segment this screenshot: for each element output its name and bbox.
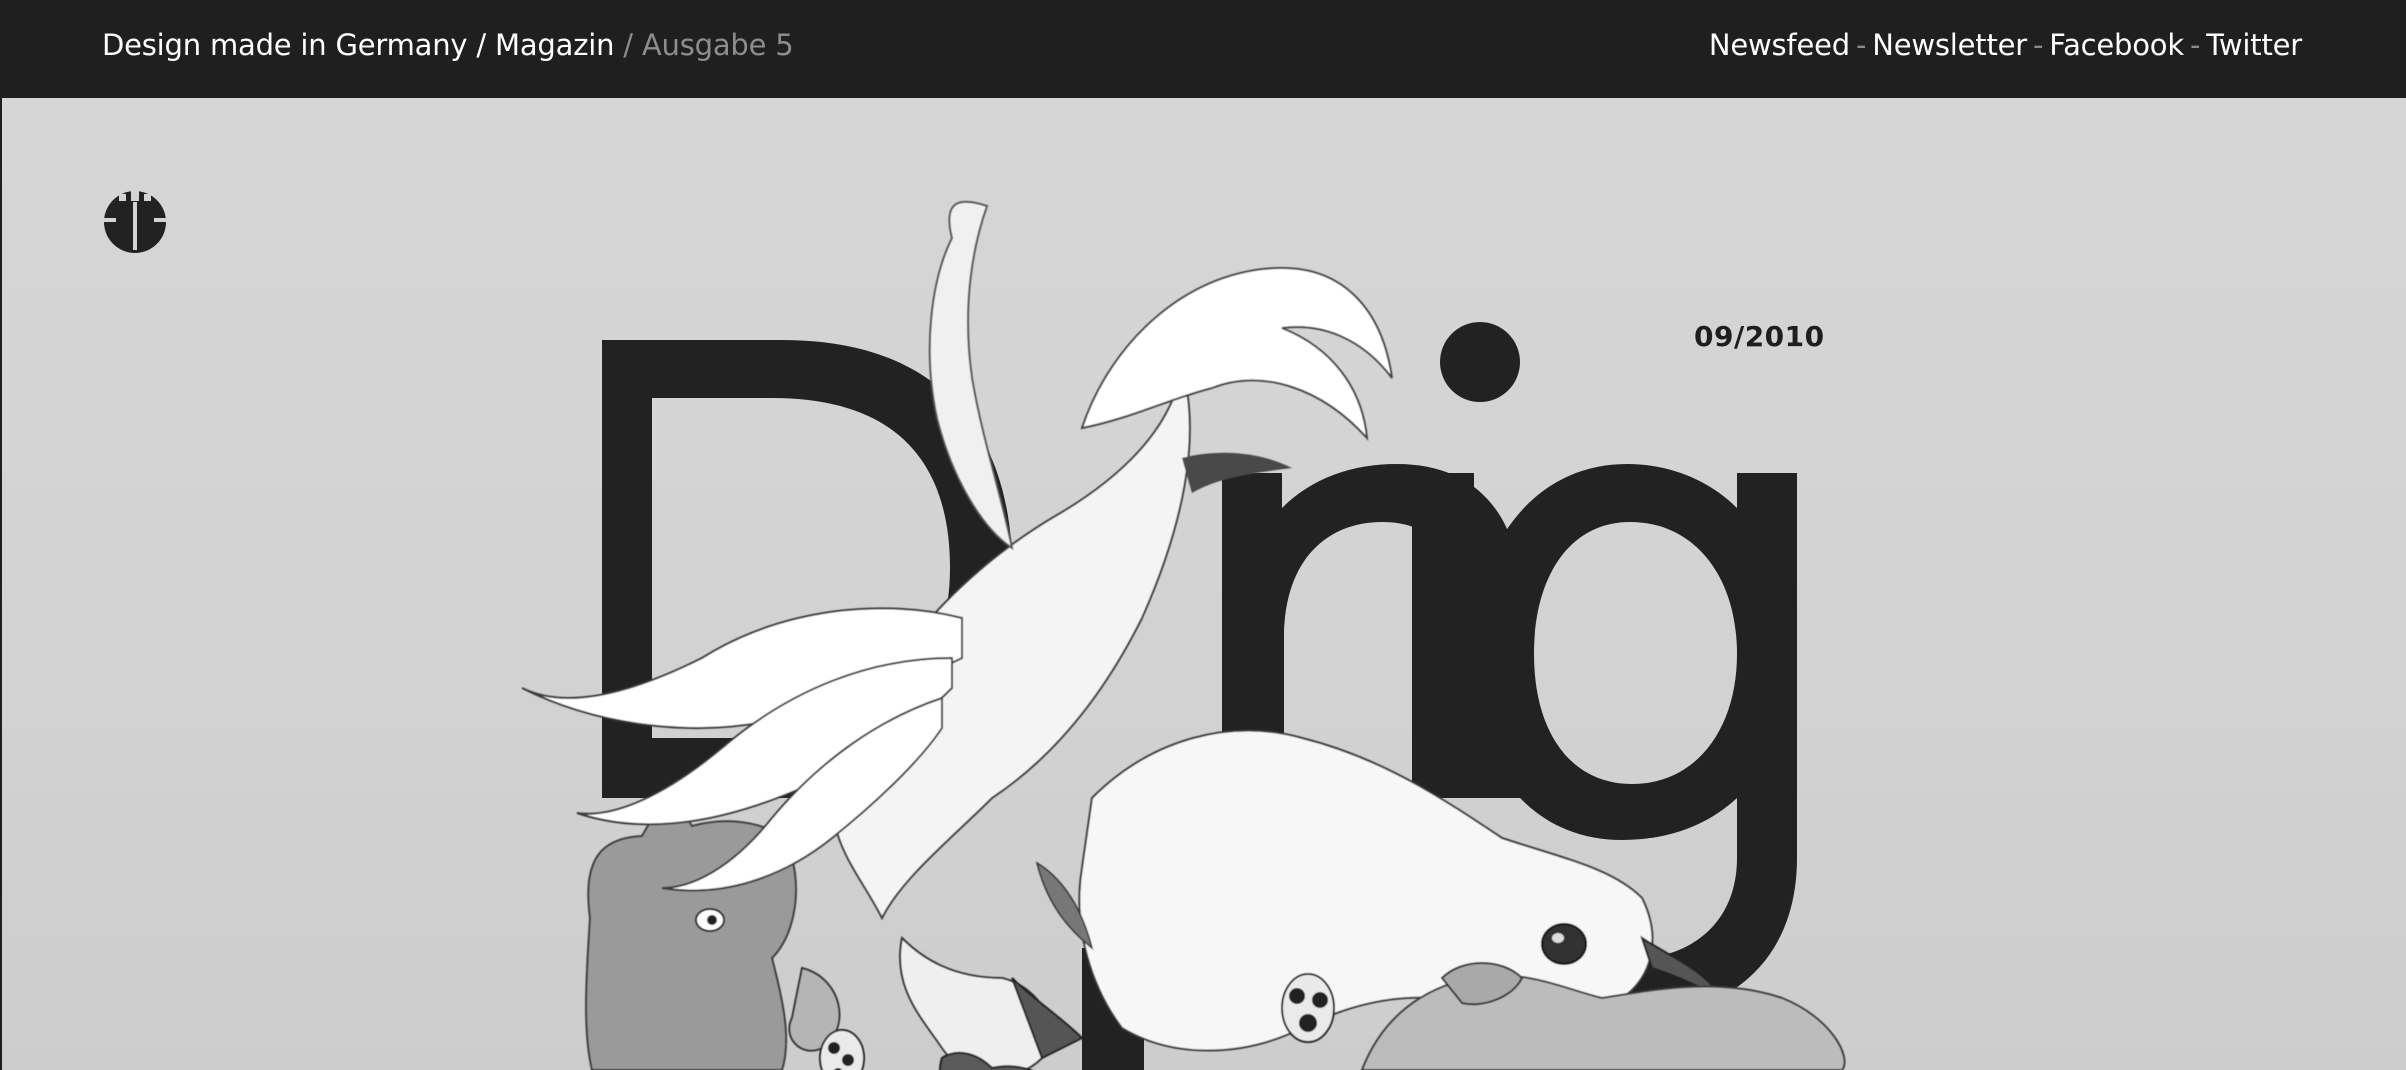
home-link[interactable]: Design made in Germany <box>102 28 468 62</box>
cover-illustration <box>521 200 1846 1070</box>
nav-facebook-link[interactable]: Facebook <box>2049 28 2184 62</box>
magazine-link[interactable]: Magazin <box>495 28 614 62</box>
magazine-cover: 09/2010 <box>2 98 2406 1070</box>
illustration-animals <box>521 200 1846 1070</box>
nav-separator: - <box>2189 28 2201 62</box>
top-bar: Design made in Germany / Magazin / Ausga… <box>0 0 2406 98</box>
breadcrumb-separator: / <box>476 28 486 62</box>
top-nav: Newsfeed - Newsletter - Facebook - Twitter <box>1709 28 2302 62</box>
nav-separator: - <box>2033 28 2044 62</box>
nav-separator: - <box>1855 28 1867 62</box>
nav-twitter-link[interactable]: Twitter <box>2206 28 2302 62</box>
issue-label: / Ausgabe 5 <box>623 28 794 62</box>
site-breadcrumb: Design made in Germany / Magazin / Ausga… <box>102 28 794 62</box>
issue-date: 09/2010 <box>1694 320 1825 353</box>
eagle-emblem-icon[interactable] <box>102 188 168 254</box>
nav-newsfeed-link[interactable]: Newsfeed <box>1709 28 1850 62</box>
nav-newsletter-link[interactable]: Newsletter <box>1872 28 2027 62</box>
